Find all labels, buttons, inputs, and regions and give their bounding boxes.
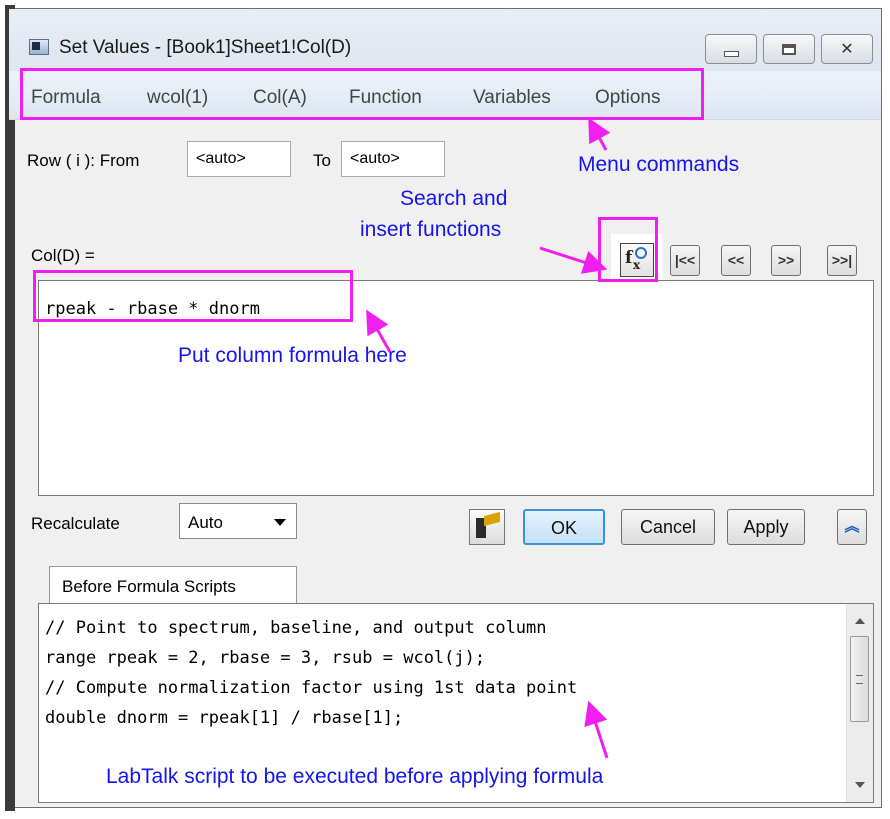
row-from-input[interactable]: <auto>	[187, 141, 291, 177]
menu-variables[interactable]: Variables	[473, 87, 551, 109]
function-search-icon: f x	[620, 243, 654, 277]
script-line: range rpeak = 2, rbase = 3, rsub = wcol(…	[45, 648, 486, 668]
formula-text: rpeak - rbase * dnorm	[45, 299, 260, 319]
search-insert-functions-button[interactable]: f x	[611, 234, 663, 286]
script-line: double dnorm = rpeak[1] / rbase[1];	[45, 708, 404, 728]
minimize-button[interactable]	[705, 34, 757, 64]
title-bar: Set Values - [Book1]Sheet1!Col(D) ✕	[9, 9, 881, 71]
row-to-label: To	[313, 151, 331, 170]
script-line: // Point to spectrum, baseline, and outp…	[45, 618, 547, 638]
cancel-button[interactable]: Cancel	[621, 509, 715, 545]
collapse-button[interactable]: ︽	[837, 509, 867, 545]
ok-button[interactable]: OK	[523, 509, 605, 545]
annotation-labtalk-script: LabTalk script to be executed before app…	[106, 765, 604, 788]
close-button[interactable]: ✕	[821, 34, 873, 64]
app-icon	[29, 39, 49, 55]
row-from-label: Row ( i ): From	[27, 151, 140, 170]
window-title: Set Values - [Book1]Sheet1!Col(D)	[59, 37, 352, 58]
annotation-search-line2: insert functions	[360, 218, 502, 241]
row-to-input[interactable]: <auto>	[341, 141, 445, 177]
menu-col-a[interactable]: Col(A)	[253, 87, 307, 109]
nav-next-button[interactable]: >>	[771, 245, 801, 276]
nav-prev-button[interactable]: <<	[721, 245, 751, 276]
menu-options[interactable]: Options	[595, 87, 660, 109]
nav-first-button[interactable]: |<<	[670, 245, 700, 276]
apply-button[interactable]: Apply	[727, 509, 805, 545]
tab-before-formula-scripts[interactable]: Before Formula Scripts	[49, 566, 297, 604]
recalculate-select[interactable]: Auto	[179, 503, 297, 539]
formula-editor[interactable]: rpeak - rbase * dnorm	[38, 280, 874, 496]
formula-label: Col(D) =	[31, 246, 95, 265]
recalculate-value: Auto	[188, 513, 223, 532]
script-line: // Compute normalization factor using 1s…	[45, 678, 578, 698]
scroll-up-icon[interactable]	[855, 618, 865, 624]
dropdown-arrow-icon	[274, 519, 286, 526]
maximize-button[interactable]	[763, 34, 815, 64]
recalculate-label: Recalculate	[31, 514, 120, 533]
annotation-formula: Put column formula here	[178, 344, 407, 367]
set-values-dialog: Set Values - [Book1]Sheet1!Col(D) ✕ Form…	[5, 5, 882, 811]
menu-function[interactable]: Function	[349, 87, 422, 109]
menu-formula[interactable]: Formula	[31, 87, 101, 109]
close-icon: ✕	[840, 41, 854, 58]
annotation-menu-commands: Menu commands	[578, 153, 740, 176]
scroll-thumb[interactable]	[850, 636, 869, 722]
nav-last-button[interactable]: >>|	[827, 245, 857, 276]
double-chevron-up-icon: ︽	[844, 518, 860, 535]
annotation-search-line1: Search and	[400, 187, 508, 210]
menu-wcol[interactable]: wcol(1)	[147, 87, 208, 109]
scroll-down-icon[interactable]	[855, 782, 865, 788]
minimize-icon	[723, 51, 739, 57]
maximize-icon	[782, 43, 796, 55]
menu-bar: Formula wcol(1) Col(A) Function Variable…	[9, 71, 881, 120]
code-builder-button[interactable]	[469, 509, 505, 545]
vertical-scrollbar[interactable]	[846, 604, 873, 802]
